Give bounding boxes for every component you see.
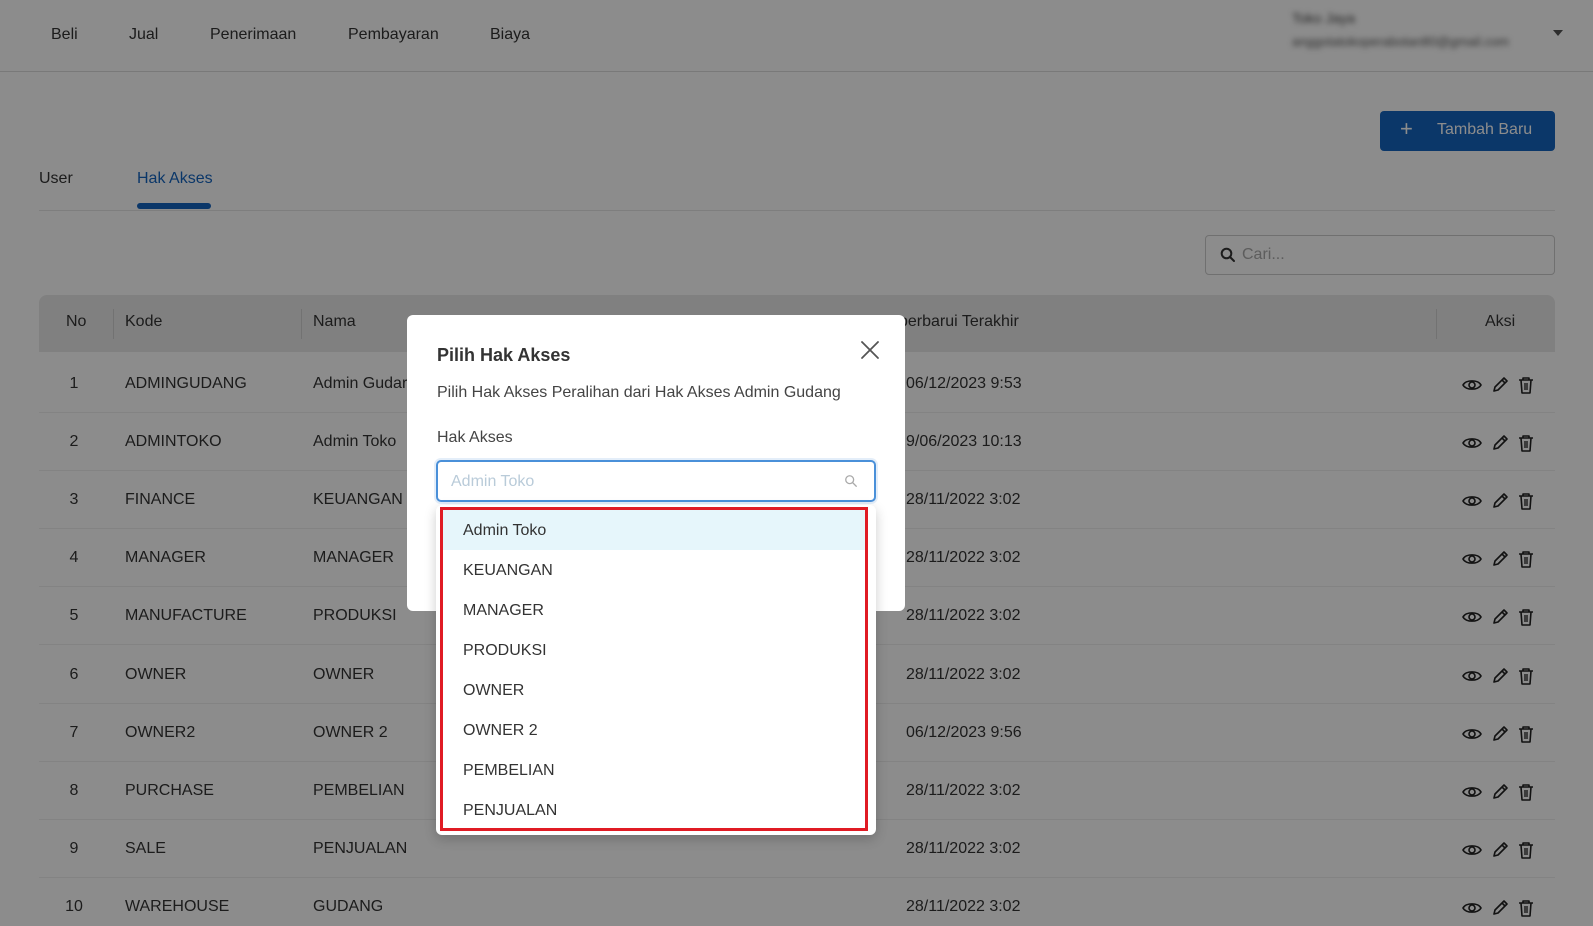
access-select[interactable] bbox=[436, 460, 876, 502]
search-icon bbox=[845, 475, 857, 487]
modal-title: Pilih Hak Akses bbox=[437, 345, 571, 365]
modal-description: Pilih Hak Akses Peralihan dari Hak Akses… bbox=[437, 384, 841, 401]
access-field-label: Hak Akses bbox=[437, 429, 513, 446]
access-options-dropdown: Admin Toko KEUANGAN MANAGER PRODUKSI OWNER OW… bbox=[436, 505, 876, 835]
highlight-frame bbox=[440, 507, 868, 831]
close-icon[interactable] bbox=[859, 339, 881, 361]
access-select-input[interactable] bbox=[451, 471, 831, 493]
